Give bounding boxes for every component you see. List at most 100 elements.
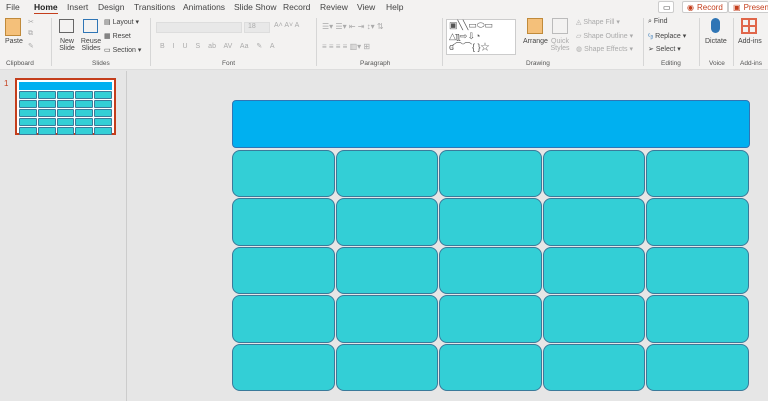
arrange-button[interactable]: Arrange xyxy=(523,38,548,45)
shape-outline-button[interactable]: ▱ Shape Outline ▾ xyxy=(576,32,633,40)
font-name-dropdown[interactable] xyxy=(156,22,242,33)
thumb-header xyxy=(19,82,112,90)
tab-animations[interactable]: Animations xyxy=(183,2,225,12)
table-cell-rounded-rect[interactable] xyxy=(335,150,439,198)
add-ins-icon[interactable] xyxy=(741,18,757,34)
format-painter-icon[interactable]: ✎ xyxy=(28,42,34,50)
tab-transitions[interactable]: Transitions xyxy=(134,2,175,12)
new-slide-icon[interactable] xyxy=(59,19,74,33)
shape-effects-button[interactable]: ◍ Shape Effects ▾ xyxy=(576,45,633,53)
table-cell-rounded-rect[interactable] xyxy=(439,295,542,343)
slide-number: 1 xyxy=(4,79,9,88)
thumb-cell xyxy=(75,118,94,126)
thumb-cell xyxy=(19,109,37,117)
table-cell-rounded-rect[interactable] xyxy=(542,198,646,246)
table-cell-rounded-rect[interactable] xyxy=(335,343,439,391)
shapes-gallery[interactable]: ▣╲╲▭⬭▭ △ʅʅ⇨⇩◔ ʛ⌒⌒{ }☆ xyxy=(446,19,516,55)
paste-icon[interactable] xyxy=(5,18,21,36)
add-ins-button[interactable]: Add-ins xyxy=(738,38,762,45)
slide-thumbnail[interactable] xyxy=(15,78,116,135)
table-cell-rounded-rect[interactable] xyxy=(439,343,542,391)
select-button[interactable]: ➢ Select ▾ xyxy=(648,45,681,53)
new-slide-button[interactable]: New Slide xyxy=(56,38,78,52)
thumb-cell xyxy=(56,127,75,135)
tab-view[interactable]: View xyxy=(357,2,375,12)
shape-fill-button[interactable]: ◬ Shape Fill ▾ xyxy=(576,18,620,26)
thumb-cell xyxy=(94,127,112,135)
table-cell-rounded-rect[interactable] xyxy=(232,150,335,198)
thumb-cell xyxy=(37,100,56,108)
list-buttons[interactable]: ☰▾ ☰▾ ⇤ ⇥ ↕▾ ⇅ xyxy=(322,22,384,31)
replace-icon: ᶜᵦ xyxy=(648,33,654,40)
reset-button[interactable]: ▦ Reset xyxy=(104,32,131,40)
table-cell-rounded-rect[interactable] xyxy=(439,246,542,295)
table-cell-rounded-rect[interactable] xyxy=(335,295,439,343)
table-cell-rounded-rect[interactable] xyxy=(646,150,749,198)
paste-button[interactable]: Paste xyxy=(5,38,23,45)
ribbon: Paste ✂ ⧉ ✎ Clipboard New Slide Reuse Sl… xyxy=(0,14,768,70)
group-voice: Voice xyxy=(709,60,725,67)
group-editing: Editing xyxy=(661,60,681,67)
align-buttons[interactable]: ≡ ≡ ≡ ≡ ▥▾ ⊞ xyxy=(322,42,370,51)
table-cell-rounded-rect[interactable] xyxy=(542,150,646,198)
thumb-cell xyxy=(19,100,37,108)
tab-record[interactable]: Record xyxy=(283,2,310,12)
thumb-cell xyxy=(37,109,56,117)
microphone-icon[interactable] xyxy=(711,18,720,33)
tab-home[interactable]: Home xyxy=(34,2,58,15)
table-cell-rounded-rect[interactable] xyxy=(232,198,335,246)
table-cell-rounded-rect[interactable] xyxy=(232,246,335,295)
table-cell-rounded-rect[interactable] xyxy=(439,150,542,198)
font-grow-shrink[interactable]: A˄ A˅ A xyxy=(274,22,299,29)
tab-help[interactable]: Help xyxy=(386,2,403,12)
table-cell-rounded-rect[interactable] xyxy=(542,343,646,391)
ribbon-tabs: File Home Insert Design Transitions Anim… xyxy=(0,0,768,15)
table-cell-rounded-rect[interactable] xyxy=(335,198,439,246)
group-slides: Slides xyxy=(92,60,110,67)
tab-review[interactable]: Review xyxy=(320,2,348,12)
thumb-cell xyxy=(19,91,37,99)
font-format-buttons[interactable]: B I U S ab AV Aa ✎ A xyxy=(160,42,275,50)
table-cell-rounded-rect[interactable] xyxy=(439,198,542,246)
thumb-cell xyxy=(56,118,75,126)
table-cell-rounded-rect[interactable] xyxy=(646,198,749,246)
thumb-cell xyxy=(94,118,112,126)
cursor-icon: ➢ xyxy=(648,46,654,53)
slide-canvas[interactable] xyxy=(232,100,750,392)
table-cell-rounded-rect[interactable] xyxy=(542,295,646,343)
reuse-slides-icon[interactable] xyxy=(83,19,98,33)
table-cell-rounded-rect[interactable] xyxy=(335,246,439,295)
cut-icon[interactable]: ✂ xyxy=(28,18,34,26)
thumb-cell xyxy=(94,109,112,117)
table-cell-rounded-rect[interactable] xyxy=(646,246,749,295)
tab-slide-show[interactable]: Slide Show xyxy=(234,2,277,12)
quick-styles-icon[interactable] xyxy=(552,18,568,34)
copy-icon[interactable]: ⧉ xyxy=(28,30,33,38)
header-rectangle[interactable] xyxy=(232,100,750,148)
arrange-icon[interactable] xyxy=(527,18,543,34)
record-icon: ◉ xyxy=(687,2,694,12)
thumb-cell xyxy=(94,100,112,108)
layout-button[interactable]: ▤ Layout ▾ xyxy=(104,18,139,26)
table-cell-rounded-rect[interactable] xyxy=(232,295,335,343)
dictate-button[interactable]: Dictate xyxy=(705,38,727,45)
find-button[interactable]: ⌕ Find xyxy=(648,18,668,26)
thumb-cell xyxy=(94,91,112,99)
tab-design[interactable]: Design xyxy=(98,2,124,12)
section-button[interactable]: ▭ Section ▾ xyxy=(104,46,141,54)
table-cell-rounded-rect[interactable] xyxy=(646,295,749,343)
reuse-slides-button[interactable]: Reuse Slides xyxy=(80,38,102,52)
table-cell-rounded-rect[interactable] xyxy=(232,343,335,391)
thumb-cell xyxy=(19,118,37,126)
present-button[interactable]: ▣Present xyxy=(728,1,768,13)
font-size-dropdown[interactable]: 18 xyxy=(244,22,270,33)
tab-insert[interactable]: Insert xyxy=(67,2,88,12)
quick-styles-button[interactable]: Quick Styles xyxy=(548,38,572,52)
tab-file[interactable]: File xyxy=(6,2,20,12)
replace-button[interactable]: ᶜᵦ Replace ▾ xyxy=(648,32,686,40)
table-cell-rounded-rect[interactable] xyxy=(646,343,749,391)
record-button[interactable]: ◉ Record xyxy=(682,1,728,13)
thumb-cell xyxy=(56,100,75,108)
comments-button[interactable]: ▭ xyxy=(658,1,674,13)
table-cell-rounded-rect[interactable] xyxy=(542,246,646,295)
